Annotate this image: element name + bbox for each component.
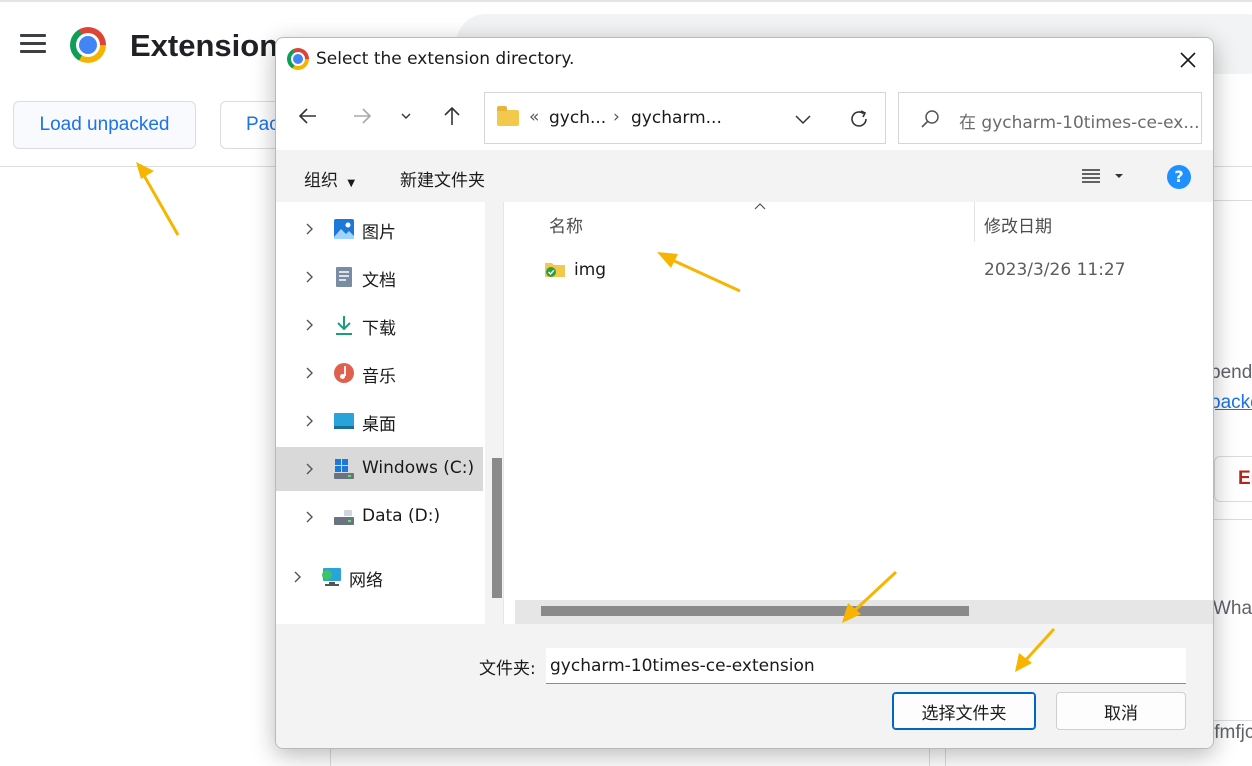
folder-field-label: 文件夹: — [479, 659, 536, 679]
file-horizontal-scrollbar-thumb[interactable] — [541, 606, 969, 616]
dialog-toolbar: 组织 ▼ 新建文件夹 ? — [276, 150, 1213, 202]
navigation-pane: 图片 文档 下载 音乐 桌面 Windows (C:) Data (D:) 网络 — [276, 202, 486, 624]
nav-item-label: 文档 — [362, 271, 396, 291]
nav-item-data-d[interactable]: Data (D:) — [276, 495, 483, 539]
folder-icon — [497, 106, 519, 126]
annotation-arrow-icon — [1015, 627, 1056, 672]
dialog-title: Select the extension directory. — [316, 49, 575, 69]
nav-item-downloads[interactable]: 下载 — [276, 303, 483, 347]
expand-chevron-icon[interactable] — [304, 271, 314, 283]
card-text-fragment: What — [1213, 598, 1252, 619]
chrome-logo-icon — [70, 27, 106, 63]
card-link-fragment[interactable]: packe — [1210, 392, 1252, 414]
expand-chevron-icon[interactable] — [304, 223, 314, 235]
nav-item-label: 图片 — [362, 223, 396, 243]
search-folder-input[interactable]: 在 gycharm-10times-ce-ex... — [898, 92, 1202, 144]
chrome-logo-icon — [287, 48, 309, 70]
data-drive-icon — [334, 510, 354, 525]
view-options-icon[interactable] — [1080, 166, 1126, 190]
nav-item-desktop[interactable]: 桌面 — [276, 399, 483, 443]
organize-menu[interactable]: 组织 ▼ — [304, 166, 355, 191]
expand-chevron-icon[interactable] — [304, 319, 314, 331]
desktop-icon — [334, 413, 354, 429]
breadcrumb-overflow[interactable]: « — [529, 107, 539, 127]
nav-item-label: 桌面 — [362, 415, 396, 435]
file-name: img — [574, 260, 607, 280]
documents-icon — [336, 267, 352, 287]
nav-scrollbar-thumb[interactable] — [492, 458, 502, 598]
address-bar[interactable]: « gych... › gycharm... — [484, 92, 886, 144]
up-arrow-icon[interactable] — [436, 100, 468, 132]
expand-chevron-icon[interactable] — [304, 367, 314, 379]
breadcrumb-separator-icon: › — [613, 107, 620, 127]
back-arrow-icon[interactable] — [292, 100, 324, 132]
network-icon — [322, 568, 341, 586]
search-placeholder: 在 gycharm-10times-ce-ex... — [959, 113, 1200, 133]
column-header-name[interactable]: 名称 — [549, 212, 583, 237]
nav-item-network[interactable]: 网络 — [276, 555, 483, 599]
nav-item-music[interactable]: 音乐 — [276, 351, 483, 395]
breadcrumb-part[interactable]: gych... — [549, 108, 606, 128]
windows-drive-icon — [334, 459, 354, 479]
select-folder-dialog: Select the extension directory. « gych..… — [275, 37, 1214, 749]
search-icon — [919, 108, 941, 134]
organize-label: 组织 — [304, 171, 338, 191]
refresh-icon[interactable] — [847, 107, 871, 135]
nav-item-label: Windows (C:) — [362, 458, 475, 478]
column-header-modified[interactable]: 修改日期 — [984, 212, 1052, 237]
sort-caret-icon — [754, 203, 766, 210]
file-row[interactable]: img 2023/3/26 11:27 — [504, 252, 1213, 292]
nav-item-label: 网络 — [349, 571, 383, 591]
new-folder-button[interactable]: 新建文件夹 — [400, 166, 485, 191]
nav-item-documents[interactable]: 文档 — [276, 255, 483, 299]
dialog-titlebar: Select the extension directory. — [276, 38, 1213, 82]
annotation-arrow-icon — [657, 252, 741, 293]
expand-chevron-icon[interactable] — [304, 511, 314, 523]
page-title: Extension — [130, 28, 279, 63]
address-navbar: « gych... › gycharm... 在 gycharm-10times… — [276, 82, 1213, 150]
recent-locations-chevron-icon[interactable] — [390, 100, 422, 132]
cancel-button[interactable]: 取消 — [1056, 692, 1186, 730]
downloads-icon — [336, 316, 352, 335]
menu-icon[interactable] — [20, 34, 46, 54]
close-icon[interactable] — [1176, 48, 1200, 72]
folder-name-input[interactable] — [546, 648, 1186, 684]
errors-button[interactable]: Er — [1214, 456, 1252, 502]
expand-chevron-icon[interactable] — [292, 571, 302, 583]
dropdown-caret-icon: ▼ — [347, 178, 356, 189]
nav-item-label: 音乐 — [362, 367, 396, 387]
folder-icon — [545, 263, 565, 277]
window-top-border — [0, 0, 1252, 2]
expand-chevron-icon[interactable] — [304, 415, 314, 427]
annotation-arrow-icon — [136, 162, 180, 236]
address-dropdown-chevron-icon[interactable] — [793, 110, 813, 132]
nav-item-pictures[interactable]: 图片 — [276, 207, 483, 251]
file-list-pane: 名称 修改日期 img 2023/3/26 11:27 — [503, 202, 1213, 624]
help-icon[interactable]: ? — [1167, 165, 1191, 189]
column-divider[interactable] — [974, 202, 975, 242]
forward-arrow-icon[interactable] — [346, 100, 378, 132]
nav-item-label: 下载 — [362, 319, 396, 339]
breadcrumb-part[interactable]: gycharm... — [631, 108, 722, 128]
annotation-arrow-icon — [842, 570, 898, 623]
dialog-footer: 文件夹: 选择文件夹 取消 — [276, 624, 1213, 748]
nav-item-windows-c[interactable]: Windows (C:) — [276, 447, 483, 491]
file-modified-date: 2023/3/26 11:27 — [984, 260, 1126, 280]
extension-id-fragment: ifmfjc — [1210, 722, 1252, 743]
nav-item-label: Data (D:) — [362, 506, 441, 526]
expand-chevron-icon[interactable] — [304, 463, 314, 475]
select-folder-button[interactable]: 选择文件夹 — [892, 692, 1036, 730]
card-description-fragment: pend — [1210, 362, 1252, 383]
load-unpacked-button[interactable]: Load unpacked — [13, 101, 196, 149]
music-icon — [334, 363, 354, 383]
pictures-icon — [334, 219, 354, 239]
